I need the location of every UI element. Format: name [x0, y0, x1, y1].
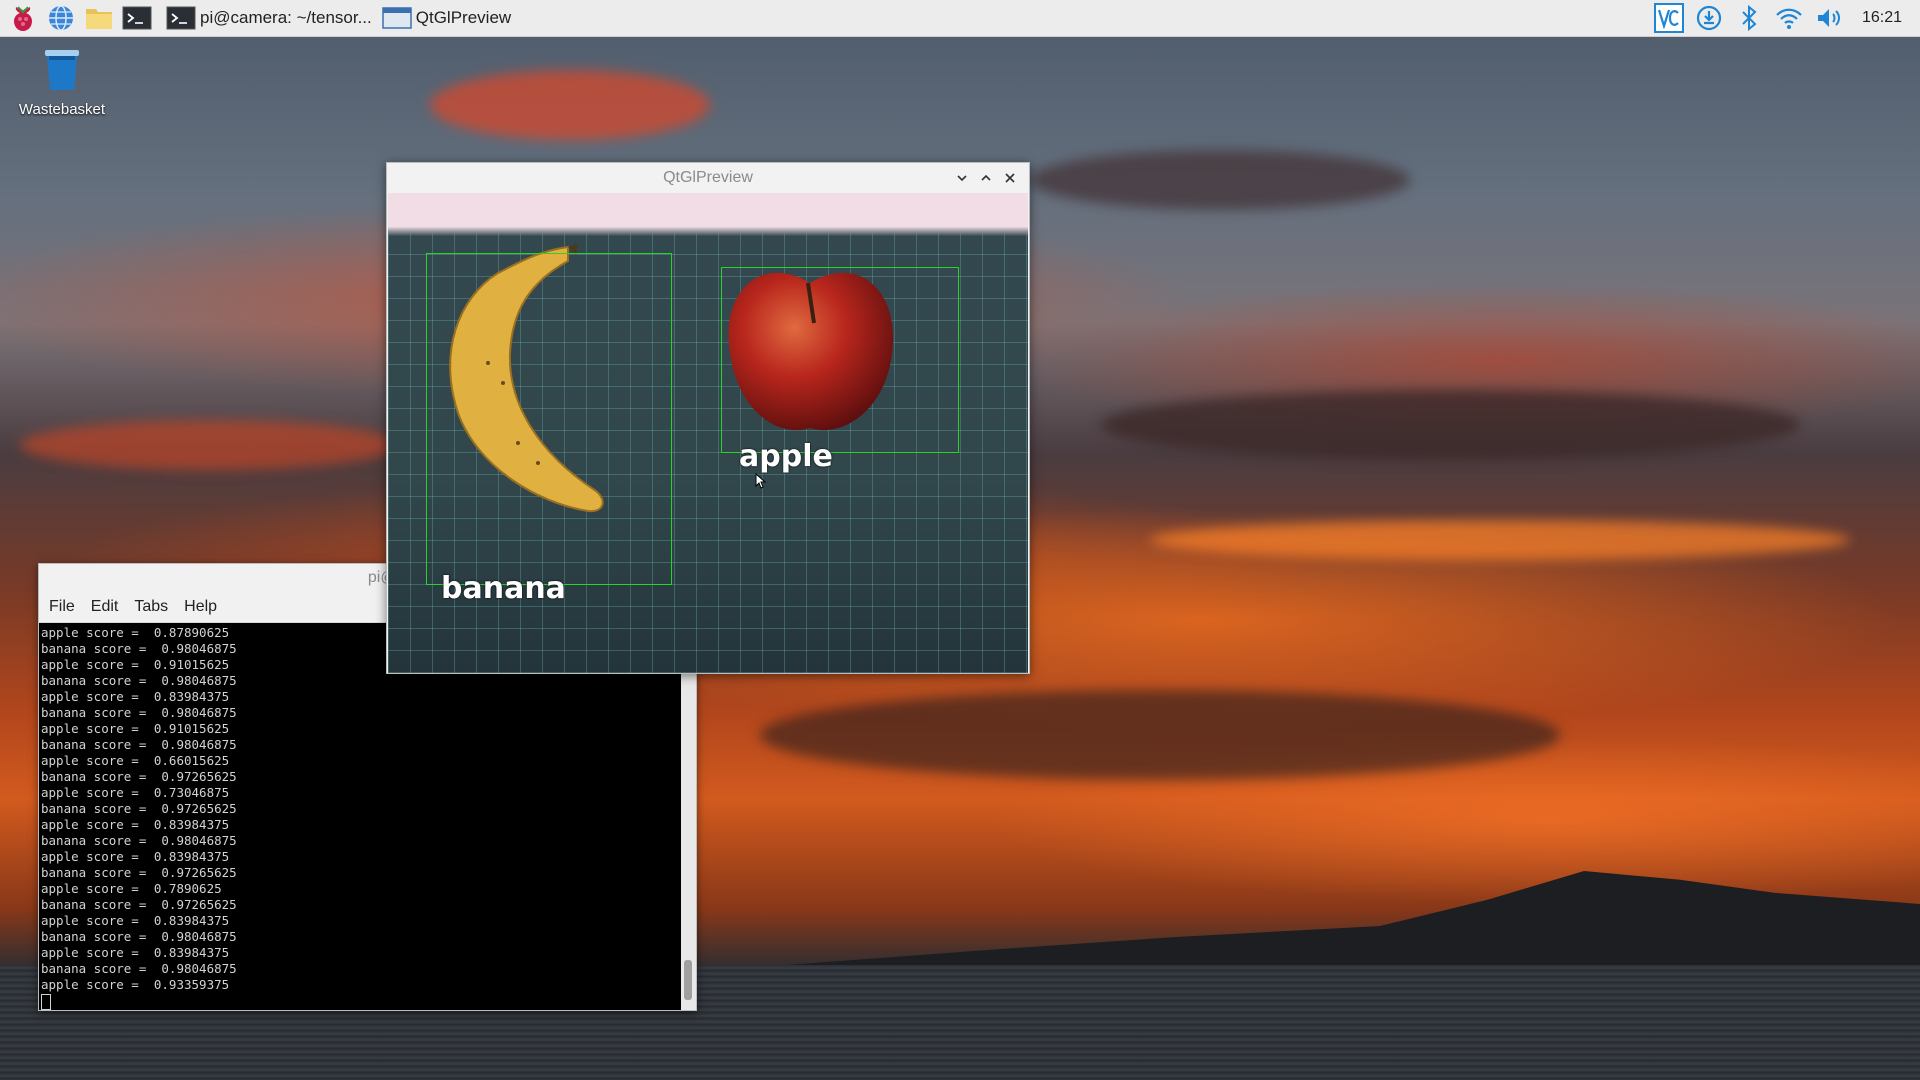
trash-icon: [45, 50, 79, 90]
terminal-line: apple score = 0.73046875: [41, 785, 230, 800]
mountain-silhouette: [720, 871, 1920, 970]
wifi-icon: [1776, 8, 1802, 29]
taskbar: pi@camera: ~/tensor... QtGlPreview 16:21: [0, 0, 1920, 37]
menu-help[interactable]: Help: [184, 598, 217, 616]
terminal-line: banana score = 0.98046875: [41, 705, 237, 720]
preview-title: QtGlPreview: [663, 169, 753, 186]
vnc-icon: [1657, 9, 1679, 29]
system-tray: 16:21: [1653, 0, 1920, 36]
menu-edit[interactable]: Edit: [91, 598, 119, 616]
task-terminal-label: pi@camera: ~/tensor...: [200, 8, 372, 27]
terminal-line: apple score = 0.7890625: [41, 881, 222, 896]
desktop: Wastebasket pi@camera: ~/t File Edit Tab…: [0, 0, 1920, 1080]
terminal-line: apple score = 0.83984375: [41, 945, 230, 960]
terminal-line: apple score = 0.66015625: [41, 753, 230, 768]
terminal-line: apple score = 0.93359375: [41, 977, 230, 992]
cloud: [760, 690, 1560, 780]
globe-icon: [49, 5, 73, 31]
terminal-line: apple score = 0.91015625: [41, 721, 230, 736]
terminal-line: banana score = 0.98046875: [41, 929, 237, 944]
banana-bounding-box: [426, 253, 672, 585]
terminal-line: banana score = 0.98046875: [41, 673, 237, 688]
cloud: [1150, 520, 1850, 560]
text-cursor: [41, 993, 51, 1010]
apple-detection-label: apple: [739, 439, 833, 474]
cloud: [430, 70, 710, 140]
file-manager-launcher[interactable]: [84, 3, 114, 33]
cloud: [1030, 150, 1410, 210]
menu-tabs[interactable]: Tabs: [134, 598, 168, 616]
bluetooth-button[interactable]: [1734, 3, 1764, 33]
clock[interactable]: 16:21: [1862, 9, 1902, 27]
task-preview-label: QtGlPreview: [415, 8, 512, 27]
terminal-icon: [166, 6, 196, 30]
bluetooth-icon: [1742, 5, 1757, 31]
menu-file[interactable]: File: [49, 598, 75, 616]
volume-button[interactable]: [1814, 3, 1844, 33]
terminal-line: banana score = 0.97265625: [41, 801, 237, 816]
task-preview[interactable]: QtGlPreview: [382, 3, 511, 33]
volume-icon: [1817, 9, 1840, 27]
cloud: [1100, 390, 1800, 460]
raspberry-menu-icon: [14, 6, 32, 31]
maximize-button[interactable]: [975, 167, 997, 189]
terminal-line: apple score = 0.83984375: [41, 849, 230, 864]
terminal-line: banana score = 0.98046875: [41, 833, 237, 848]
raspberry-menu-button[interactable]: [8, 3, 38, 33]
terminal-line: apple score = 0.83984375: [41, 817, 230, 832]
terminal-line: apple score = 0.83984375: [41, 689, 230, 704]
terminal-launcher[interactable]: [122, 3, 152, 33]
browser-launcher[interactable]: [46, 3, 76, 33]
chevron-down-icon: [957, 175, 967, 182]
close-icon: [1005, 173, 1015, 183]
preview-window[interactable]: QtGlPreview banana apple: [386, 162, 1030, 674]
terminal-scrollbar[interactable]: [681, 623, 696, 1010]
wifi-button[interactable]: [1774, 3, 1804, 33]
terminal-line: banana score = 0.97265625: [41, 897, 237, 912]
vnc-button[interactable]: [1653, 3, 1684, 33]
minimize-button[interactable]: [951, 167, 973, 189]
chevron-up-icon: [981, 174, 991, 181]
window-icon: [382, 7, 412, 29]
folder-icon: [86, 9, 112, 29]
banana-detection-label: banana: [441, 571, 566, 606]
download-icon: [1696, 5, 1722, 31]
mouse-pointer-icon: [755, 473, 767, 489]
camera-preview: banana apple: [388, 193, 1028, 673]
close-button[interactable]: [999, 167, 1021, 189]
updates-button[interactable]: [1694, 3, 1724, 33]
cloud: [20, 420, 400, 470]
terminal-line: banana score = 0.98046875: [41, 737, 237, 752]
terminal-line: apple score = 0.83984375: [41, 913, 230, 928]
apple-bounding-box: [721, 267, 959, 453]
terminal-prompt[interactable]: [41, 993, 681, 1010]
terminal-line: banana score = 0.97265625: [41, 769, 237, 784]
wastebasket-desktop-icon[interactable]: Wastebasket: [14, 44, 110, 118]
terminal-output[interactable]: apple score = 0.87890625 banana score = 0…: [39, 623, 681, 1010]
wastebasket-label: Wastebasket: [18, 101, 106, 118]
terminal-line: banana score = 0.97265625: [41, 865, 237, 880]
terminal-icon: [122, 6, 152, 30]
preview-titlebar[interactable]: QtGlPreview: [387, 163, 1029, 193]
task-terminal[interactable]: pi@camera: ~/tensor...: [166, 3, 372, 33]
terminal-line: banana score = 0.98046875: [41, 961, 237, 976]
scrollbar-thumb[interactable]: [684, 960, 692, 1000]
